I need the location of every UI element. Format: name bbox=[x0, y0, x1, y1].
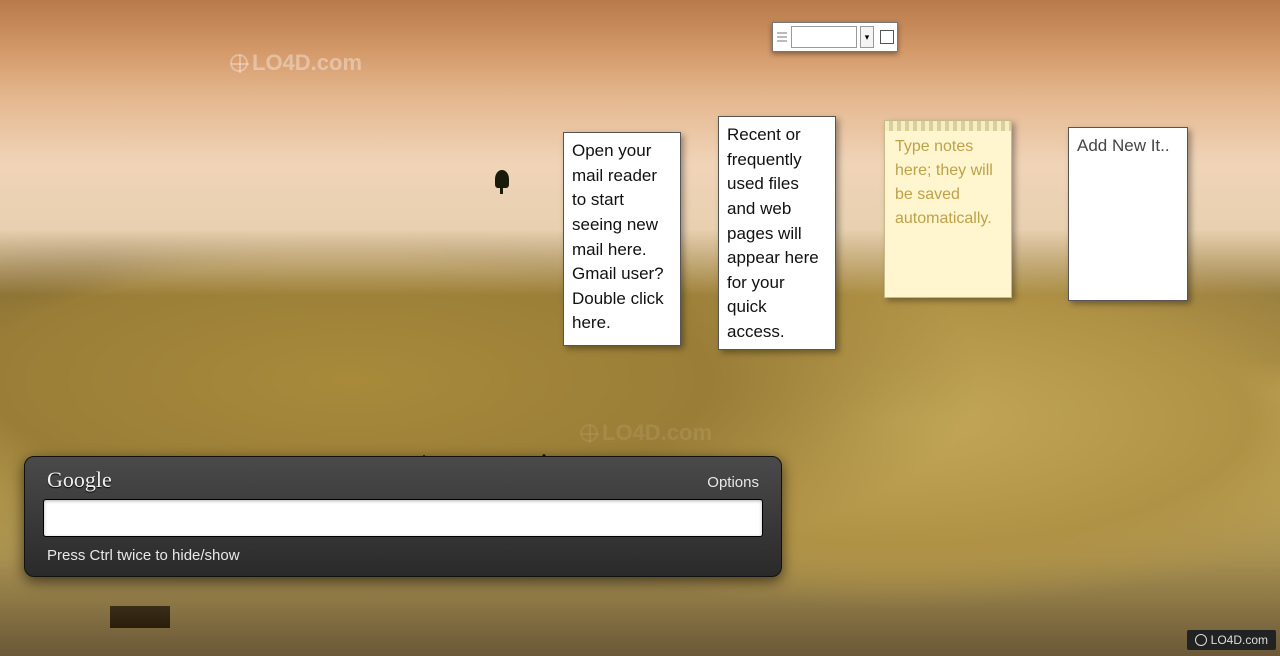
chevron-down-icon: ▾ bbox=[865, 32, 870, 43]
scenery-villa bbox=[110, 606, 170, 628]
sticky-note-gadget[interactable]: Type notes here; they will be saved auto… bbox=[884, 120, 1012, 298]
watermark-badge-text: LO4D.com bbox=[1211, 633, 1268, 647]
globe-icon bbox=[580, 424, 598, 442]
recent-items-gadget[interactable]: Recent or frequently used files and web … bbox=[718, 116, 836, 350]
mini-toolbar-input[interactable] bbox=[791, 26, 857, 48]
globe-icon bbox=[230, 54, 248, 72]
mail-gadget-text: Open your mail reader to start seeing ne… bbox=[572, 141, 664, 332]
mini-toolbar-square-button[interactable] bbox=[880, 30, 894, 44]
watermark-logo-center: LO4D.com bbox=[580, 420, 712, 446]
todo-placeholder: Add New It.. bbox=[1077, 136, 1170, 155]
scenery-tree bbox=[495, 170, 509, 188]
search-hint-text: Press Ctrl twice to hide/show bbox=[43, 537, 763, 566]
desktop-wallpaper: LO4D.com LO4D.com LO4D.com ▾ Open your m… bbox=[0, 0, 1280, 656]
watermark-badge: LO4D.com bbox=[1187, 630, 1276, 650]
sticky-note-placeholder: Type notes here; they will be saved auto… bbox=[895, 138, 993, 227]
recent-items-text: Recent or frequently used files and web … bbox=[727, 125, 819, 341]
watermark-text: LO4D.com bbox=[252, 50, 362, 76]
search-input[interactable] bbox=[43, 499, 763, 537]
todo-gadget[interactable]: Add New It.. bbox=[1068, 127, 1188, 301]
mini-toolbar-dropdown-button[interactable]: ▾ bbox=[860, 26, 874, 48]
options-link[interactable]: Options bbox=[707, 474, 759, 491]
drag-handle-icon[interactable] bbox=[776, 32, 788, 42]
globe-icon bbox=[1195, 634, 1207, 646]
google-logo-text: Google bbox=[47, 467, 112, 493]
watermark-text: LO4D.com bbox=[602, 420, 712, 446]
watermark-logo: LO4D.com bbox=[230, 50, 362, 76]
mail-gadget[interactable]: Open your mail reader to start seeing ne… bbox=[563, 132, 681, 346]
mini-toolbar-gadget[interactable]: ▾ bbox=[772, 22, 898, 52]
google-desktop-searchbar: Google Options Press Ctrl twice to hide/… bbox=[24, 456, 782, 577]
